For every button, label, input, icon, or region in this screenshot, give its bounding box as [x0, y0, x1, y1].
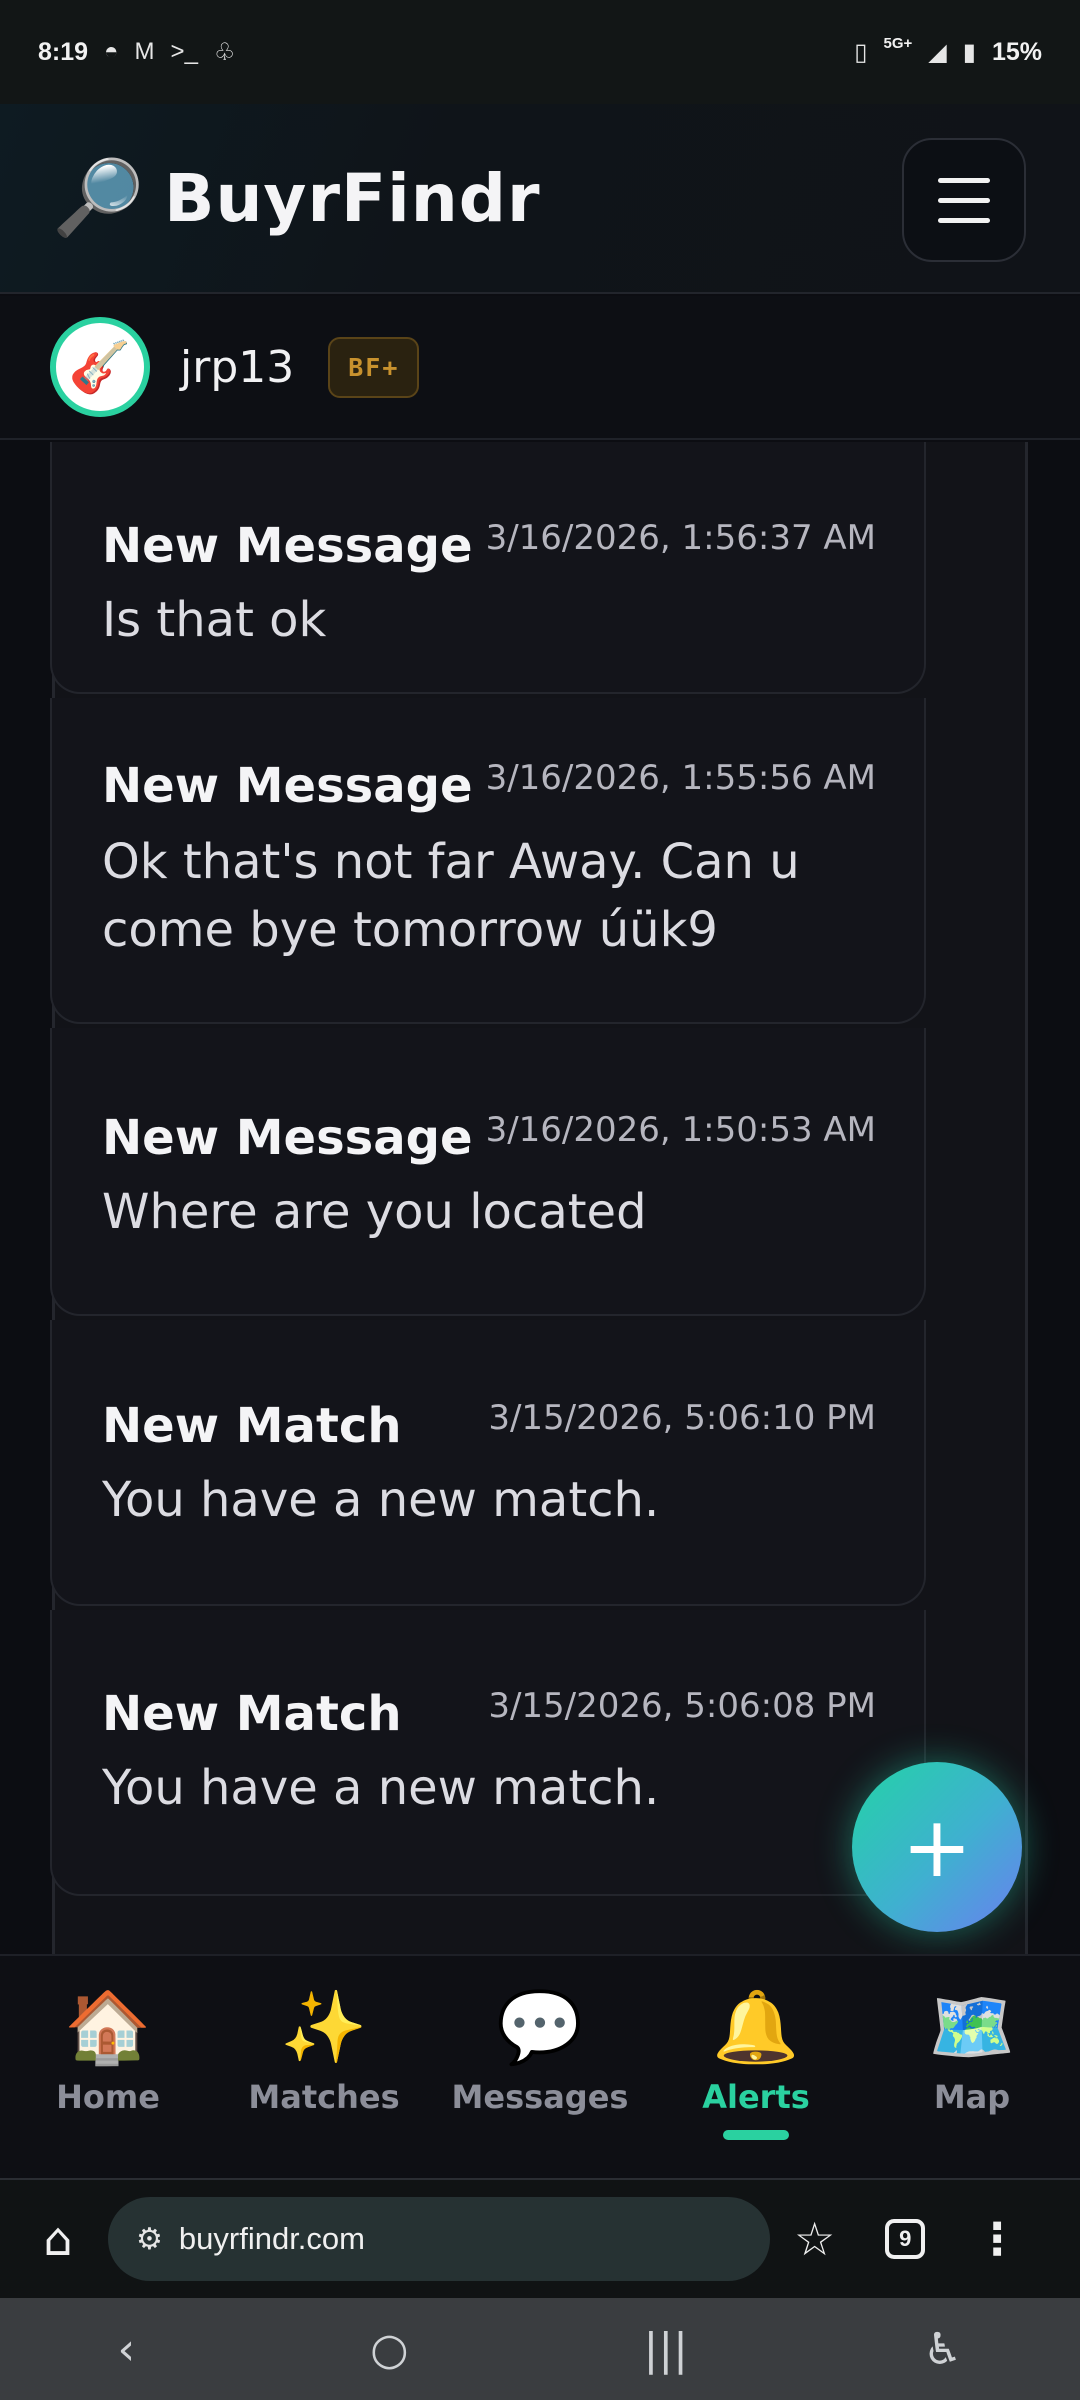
status-bar: 8:19 ◓ M >_ ♧ ▯ 5G+ ◢ ▮ 15% [0, 0, 1080, 104]
bowl-icon: ◓ [104, 38, 119, 65]
alert-card[interactable]: New Match 3/15/2026, 5:06:08 PM You have… [50, 1610, 926, 1896]
app-screen: 8:19 ◓ M >_ ♧ ▯ 5G+ ◢ ▮ 15% 🔎 BuyrFindr … [0, 0, 1080, 2400]
nav-label: Alerts [702, 2078, 810, 2116]
nav-label: Map [933, 2078, 1011, 2116]
world-map-icon: 🗺️ [928, 1986, 1016, 2068]
url-bar[interactable]: ⚙ buyrfindr.com [108, 2197, 770, 2281]
nav-item-home[interactable]: 🏠 Home [8, 1988, 208, 2116]
plus-icon: + [901, 1798, 973, 1896]
gmail-icon: M [134, 38, 155, 65]
menu-line-icon [938, 217, 990, 223]
alert-body: Ok that's not far Away. Can u come bye t… [102, 834, 800, 958]
add-button[interactable]: + [852, 1762, 1022, 1932]
alert-timestamp: 3/15/2026, 5:06:10 PM [488, 1398, 876, 1438]
speech-bubble-icon: 💬 [496, 1986, 584, 2068]
alert-body: Is that ok [102, 592, 327, 648]
incognito-icon: ♧ [213, 38, 236, 66]
tab-switcher-button[interactable]: 9 [885, 2219, 926, 2259]
status-right: ▯ 5G+ ◢ ▮ 15% [854, 34, 1042, 67]
magnifier-logo-icon: 🔎 [52, 155, 145, 241]
alert-timestamp: 3/15/2026, 5:06:08 PM [488, 1686, 876, 1726]
nav-item-map[interactable]: 🗺️ Map [872, 1988, 1072, 2116]
network-type: 5G+ [883, 34, 913, 52]
app-header: 🔎 BuyrFindr [0, 104, 1080, 294]
house-icon: 🏠 [64, 1986, 152, 2068]
home-circle-icon[interactable]: ○ [370, 2324, 408, 2375]
battery-percent: 15% [991, 37, 1042, 66]
accessibility-icon[interactable]: ♿ [923, 2324, 962, 2375]
alert-timestamp: 3/16/2026, 1:50:53 AM [485, 1110, 876, 1150]
app-title[interactable]: BuyrFindr [164, 160, 540, 237]
profile-row[interactable]: 🎸 jrp13 BF+ [0, 296, 1080, 440]
vibrate-icon: ▯ [854, 38, 868, 66]
nav-label: Matches [248, 2078, 400, 2116]
browser-home-icon[interactable]: ⌂ [26, 2212, 90, 2266]
alert-title: New Message [102, 518, 473, 574]
nav-label: Messages [451, 2078, 629, 2116]
menu-line-icon [938, 197, 990, 203]
alert-body: You have a new match. [102, 1472, 660, 1528]
nav-label: Home [56, 2078, 160, 2116]
nav-item-alerts[interactable]: 🔔 Alerts [656, 1988, 856, 2140]
nav-item-messages[interactable]: 💬 Messages [440, 1988, 640, 2116]
plan-badge: BF+ [328, 336, 420, 398]
alert-timestamp: 3/16/2026, 1:56:37 AM [485, 518, 876, 558]
signal-icon: ◢ [928, 38, 947, 66]
browser-toolbar: ⌂ ⚙ buyrfindr.com ☆ 9 ⋮ [0, 2178, 1080, 2298]
bookmark-star-icon[interactable]: ☆ [794, 2212, 835, 2266]
menu-line-icon [938, 177, 990, 183]
alert-title: New Match [102, 1686, 402, 1742]
bell-icon: 🔔 [712, 1986, 800, 2068]
alert-card[interactable]: New Message 3/16/2026, 1:56:37 AM Is tha… [50, 442, 926, 694]
status-time: 8:19 [38, 37, 89, 66]
alert-card[interactable]: New Match 3/15/2026, 5:06:10 PM You have… [50, 1320, 926, 1606]
sparkles-icon: ✨ [280, 1986, 368, 2068]
alert-title: New Match [102, 1398, 402, 1454]
browser-actions: ☆ 9 ⋮ [794, 2212, 1019, 2266]
guitar-icon: 🎸 [68, 337, 132, 396]
alert-title: New Message [102, 758, 473, 814]
battery-icon: ▮ [962, 38, 976, 66]
alert-timestamp: 3/16/2026, 1:55:56 AM [485, 758, 876, 798]
alert-card[interactable]: New Message 3/16/2026, 1:50:53 AM Where … [50, 1028, 926, 1316]
active-tab-indicator [723, 2130, 789, 2140]
bottom-nav: 🏠 Home ✨ Matches 💬 Messages 🔔 Alerts 🗺️ … [0, 1954, 1080, 2178]
more-options-icon[interactable]: ⋮ [975, 2214, 1019, 2265]
hamburger-menu-button[interactable] [902, 138, 1026, 262]
recents-icon[interactable]: ||| [644, 2324, 688, 2375]
avatar[interactable]: 🎸 [50, 317, 150, 417]
alert-title: New Message [102, 1110, 473, 1166]
system-nav-bar: ‹ ○ ||| ♿ [0, 2298, 1080, 2400]
site-settings-icon[interactable]: ⚙ [136, 2222, 163, 2257]
alerts-list[interactable]: New Message 3/16/2026, 1:56:37 AM Is tha… [0, 442, 1080, 1954]
alert-body: You have a new match. [102, 1760, 660, 1816]
alert-card[interactable]: New Message 3/16/2026, 1:55:56 AM Ok tha… [50, 698, 926, 1024]
back-icon[interactable]: ‹ [118, 2324, 136, 2375]
nav-item-matches[interactable]: ✨ Matches [224, 1988, 424, 2116]
username: jrp13 [180, 341, 295, 393]
status-left: 8:19 ◓ M >_ ♧ [38, 38, 235, 67]
url-text: buyrfindr.com [178, 2221, 365, 2256]
terminal-icon: >_ [170, 38, 198, 65]
alert-body: Where are you located [102, 1184, 647, 1240]
